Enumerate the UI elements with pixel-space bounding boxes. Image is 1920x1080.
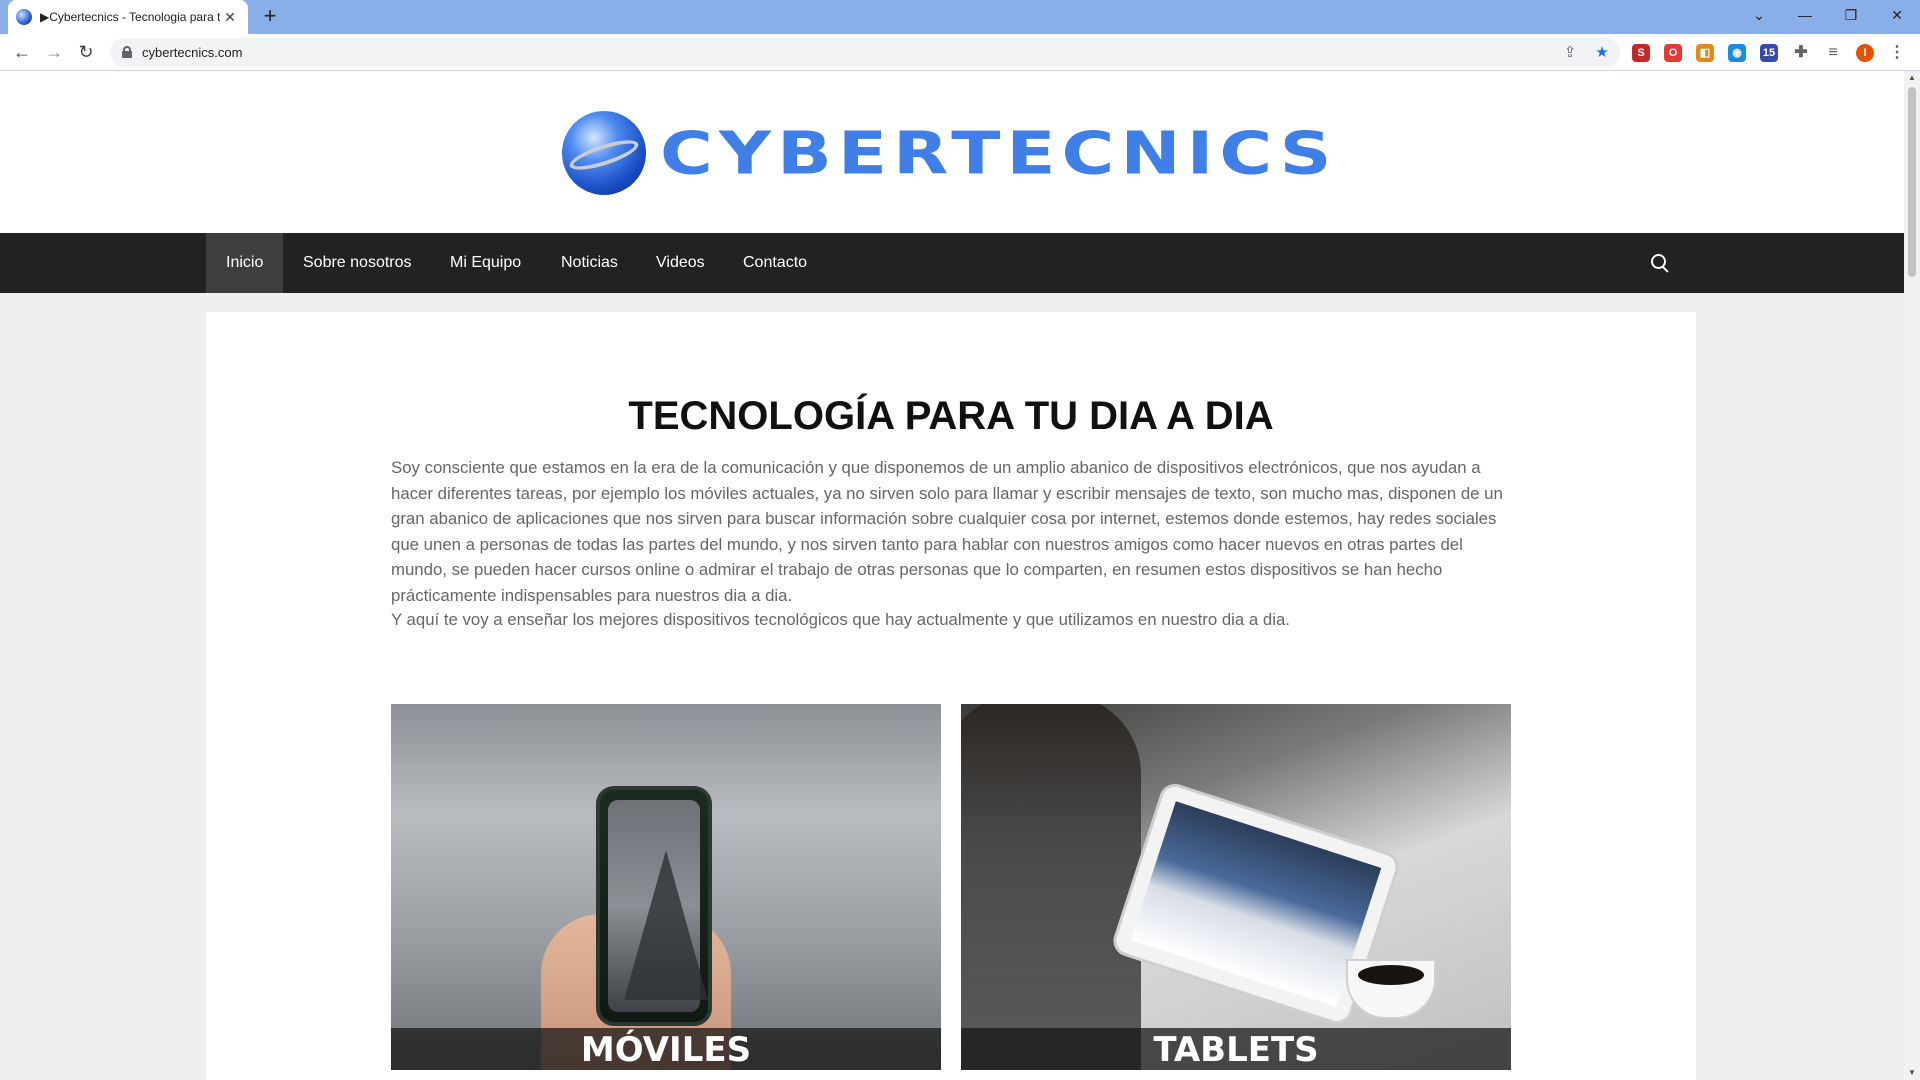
tablet-screen <box>1130 801 1382 1007</box>
nav-contacto[interactable]: Contacto <box>723 233 827 293</box>
badge-extension-icon[interactable]: 15 <box>1760 44 1778 62</box>
scroll-down-arrow[interactable]: ▼ <box>1904 1066 1920 1080</box>
orange-extension-icon[interactable]: ◧ <box>1696 44 1714 62</box>
site-header: CYBERTECNICS <box>0 71 1904 233</box>
minimize-button[interactable]: — <box>1782 0 1828 30</box>
red-extension-icon[interactable]: S <box>1632 44 1650 62</box>
back-button[interactable]: ← <box>10 40 34 64</box>
main-navigation: Inicio Sobre nosotros Mi Equipo Noticias… <box>0 233 1904 293</box>
forward-button[interactable]: → <box>42 40 66 64</box>
nav-sobre-nosotros[interactable]: Sobre nosotros <box>283 233 432 293</box>
search-icon[interactable] <box>1650 253 1670 273</box>
close-window-button[interactable]: ✕ <box>1874 0 1920 30</box>
browser-toolbar: ← → ↻ cybertecnics.com ⇪ ★ S O ◧ ◉ 15 ✚ ≡ I ⋮ <box>0 34 1920 71</box>
puzzle-extension-icon[interactable]: ✚ <box>1792 44 1810 62</box>
tablets-image <box>961 704 1511 1070</box>
tab-search-button[interactable]: ⌄ <box>1736 0 1782 30</box>
phone-screen <box>608 800 708 1012</box>
page-title: TECNOLOGÍA PARA TU DIA A DIA <box>628 394 1274 438</box>
card-tablets[interactable]: TABLETS <box>961 704 1511 1070</box>
nav-inicio[interactable]: Inicio <box>206 233 284 293</box>
devices-paragraph: Y aquí te voy a enseñar los mejores disp… <box>391 610 1290 629</box>
main-content: TECNOLOGÍA PARA TU DIA A DIA Soy conscie… <box>206 312 1696 1080</box>
profile-avatar[interactable]: I <box>1856 44 1874 62</box>
moviles-image <box>391 704 941 1070</box>
page-scrollbar[interactable]: ▲ ▼ <box>1904 71 1920 1080</box>
lock-icon[interactable] <box>122 46 132 58</box>
site-favicon-icon <box>16 9 32 25</box>
coffee-cup-shape <box>1346 959 1436 1019</box>
scroll-thumb[interactable] <box>1908 87 1916 277</box>
reload-button[interactable]: ↻ <box>74 40 98 64</box>
card-label-moviles[interactable]: MÓVILES <box>391 1028 941 1070</box>
share-icon[interactable]: ⇪ <box>1560 43 1580 63</box>
card-label-tablets[interactable]: TABLETS <box>961 1028 1511 1070</box>
opera-extension-icon[interactable]: O <box>1664 44 1682 62</box>
logo-text: CYBERTECNICS <box>660 118 1338 188</box>
phone-shape <box>596 786 712 1026</box>
tab-strip: ▶Cybertecnics - Tecnologia para tu dia a… <box>0 0 1920 34</box>
pyramid-shape <box>624 850 708 1000</box>
web-page: CYBERTECNICS Inicio Sobre nosotros Mi Eq… <box>0 71 1904 1080</box>
browser-tab[interactable]: ▶Cybertecnics - Tecnologia para tu dia a… <box>8 0 248 34</box>
menu-icon[interactable]: ⋮ <box>1888 44 1906 62</box>
bookmark-star-icon[interactable]: ★ <box>1592 43 1612 63</box>
tab-close-icon[interactable]: ✕ <box>220 7 240 27</box>
globe-logo-icon <box>562 111 646 195</box>
nav-videos[interactable]: Videos <box>636 233 725 293</box>
address-bar[interactable]: cybertecnics.com ⇪ ★ <box>110 38 1620 67</box>
restore-button[interactable]: ❐ <box>1828 0 1874 30</box>
nav-mi-equipo[interactable]: Mi Equipo <box>430 233 541 293</box>
blue-extension-icon[interactable]: ◉ <box>1728 44 1746 62</box>
nav-noticias[interactable]: Noticias <box>541 233 638 293</box>
card-moviles[interactable]: MÓVILES <box>391 704 941 1070</box>
url-text[interactable]: cybertecnics.com <box>142 45 242 60</box>
media-extension-icon[interactable]: ≡ <box>1824 44 1842 62</box>
site-logo[interactable]: CYBERTECNICS <box>562 111 1337 195</box>
tab-title: ▶Cybertecnics - Tecnologia para tu dia a… <box>40 10 220 24</box>
scroll-up-arrow[interactable]: ▲ <box>1904 71 1920 85</box>
person-shape <box>961 704 1141 1070</box>
intro-paragraph: Soy consciente que estamos en la era de … <box>391 458 1503 605</box>
new-tab-button[interactable]: + <box>258 5 282 29</box>
